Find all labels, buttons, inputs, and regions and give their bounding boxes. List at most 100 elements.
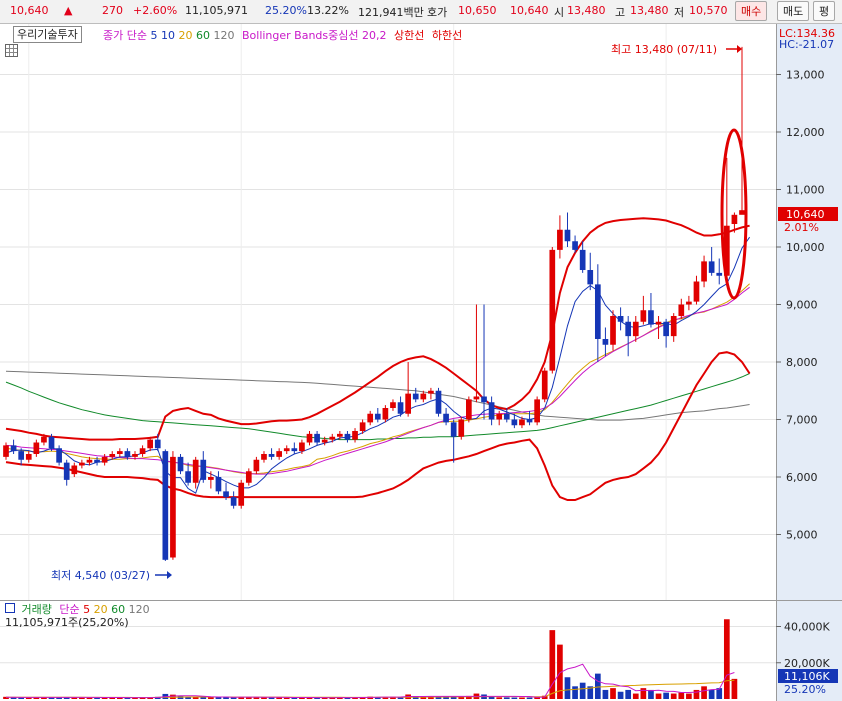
candle-body — [435, 390, 442, 414]
candle-body — [185, 471, 191, 483]
candle-body — [109, 454, 116, 457]
price-tick-label: 6,000 — [786, 471, 818, 484]
candle-body — [154, 439, 161, 449]
candle-body — [329, 436, 336, 440]
ma-legend: 종가 단순 5 10 20 60 120 Bollinger Bands중심선 … — [103, 27, 462, 43]
volume-tick-label: 40,000K — [784, 621, 830, 634]
volume-bar — [503, 697, 510, 699]
price-tick-label: 5,000 — [786, 529, 818, 542]
ma-period-10: 10 — [157, 29, 175, 42]
candle-body — [86, 459, 93, 463]
candle-body — [511, 419, 518, 426]
grid-settings-icon[interactable] — [5, 44, 18, 57]
ma-period-60: 60 — [192, 29, 210, 42]
candle-body — [534, 399, 540, 423]
candle-body — [564, 229, 571, 242]
candle-body — [731, 214, 738, 224]
candle-body — [337, 433, 343, 437]
ma-periods: 5 10 20 60 120 — [150, 29, 234, 42]
candle-body — [33, 442, 40, 454]
price-tick-label: 7,000 — [786, 414, 818, 427]
candle-body — [602, 339, 609, 345]
candle-body — [253, 459, 260, 472]
candle-body — [48, 436, 55, 449]
volume-bar — [488, 697, 495, 699]
candle-body — [245, 471, 252, 483]
candle-body — [359, 422, 366, 431]
volume-tick-label: 20,000K — [784, 657, 830, 670]
candle-body — [617, 316, 624, 322]
candle-body — [420, 393, 427, 400]
candle-body — [177, 456, 184, 472]
volume-bar — [208, 697, 214, 699]
price-tick-label: 11,000 — [786, 184, 825, 197]
volume-bar — [94, 697, 100, 699]
candle-body — [63, 462, 70, 480]
candle-body — [594, 284, 601, 339]
candle-body — [587, 270, 594, 285]
candle-body — [230, 497, 237, 506]
price-tick-label: 12,000 — [786, 126, 825, 139]
candle-body — [41, 436, 47, 443]
candle-body — [79, 462, 85, 466]
bb-legend-label: Bollinger Bands중심선 20,2 — [241, 29, 387, 42]
candle-body — [739, 210, 745, 215]
volume-bar — [579, 682, 586, 699]
price-panel-bg — [0, 24, 776, 601]
candle-body — [708, 261, 715, 273]
volume-bar — [708, 689, 715, 699]
volume-bar — [519, 697, 525, 699]
candle-body — [299, 442, 305, 452]
volume-summary: 11,105,971주(25,20%) — [5, 616, 129, 629]
candle-body — [686, 301, 692, 305]
candle-body — [481, 396, 487, 403]
volume-bar — [686, 693, 692, 699]
candle-body — [579, 249, 586, 270]
candle-body — [557, 229, 563, 250]
volume-bar — [723, 619, 730, 699]
candle-body — [466, 399, 472, 420]
candle-body — [101, 456, 108, 463]
candle-body — [3, 445, 9, 457]
candle-body — [405, 393, 411, 414]
candle-body — [25, 454, 32, 460]
candle-body — [663, 321, 669, 337]
volume-bar — [663, 692, 669, 699]
candle-body — [200, 459, 207, 480]
last-price-label: 10,640 — [786, 208, 825, 221]
candle-body — [71, 465, 78, 475]
last-pct-label: 2.01% — [784, 221, 819, 234]
candle-body — [610, 316, 616, 345]
min-annotation: 최저 4,540 (03/27) — [51, 569, 150, 582]
candle-body — [147, 439, 154, 449]
candle-body — [549, 249, 556, 371]
volume-bar — [632, 693, 639, 699]
candle-body — [412, 393, 419, 400]
candle-body — [352, 431, 358, 440]
candle-body — [716, 272, 723, 276]
candle-body — [162, 451, 169, 560]
candle-body — [321, 439, 328, 443]
ma-period-120: 120 — [209, 29, 235, 42]
price-tick-label: 9,000 — [786, 299, 818, 312]
candle-body — [344, 433, 351, 440]
candle-body — [10, 445, 17, 452]
volume-ma-period-120: 120 — [125, 603, 150, 616]
candle-body — [314, 433, 320, 443]
candle-body — [572, 241, 578, 250]
candle-body — [397, 402, 404, 414]
volume-bar — [223, 697, 229, 699]
stock-name-box[interactable]: 우리기술투자 — [13, 26, 82, 43]
volume-bar — [564, 677, 571, 699]
volume-bar — [701, 686, 707, 699]
volume-bar — [496, 697, 503, 699]
candle-body — [261, 454, 267, 460]
ma-period-20: 20 — [174, 29, 193, 42]
volume-bar — [245, 697, 252, 699]
last-volume-label: 11,106K — [784, 670, 830, 683]
candle-body — [18, 451, 25, 460]
stock-chart: 5,000 6,000 7,000 8,000 9,000 10,000 11,000 12,… — [0, 24, 842, 701]
candle-body — [238, 482, 245, 506]
candle-body — [625, 321, 632, 337]
volume-bar — [610, 688, 616, 699]
